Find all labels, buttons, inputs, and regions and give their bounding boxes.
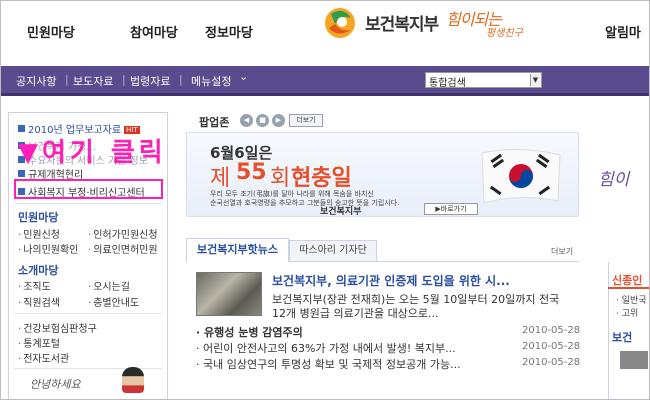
sidebar-directions[interactable]: · 오시는길 <box>88 278 130 293</box>
minister-greeting[interactable]: 안녕하세요 <box>30 376 81 392</box>
sidebar-org-chart[interactable]: · 조직도 <box>18 278 51 293</box>
sidebar-divider <box>14 313 162 314</box>
banner-title-name: 현충일 <box>291 166 352 191</box>
news-list-item[interactable]: · 어린이 안전사고의 63%가 가정 내에서 발생! 복지부... <box>196 340 456 356</box>
sidebar-divider <box>14 203 162 204</box>
slogan-sub: 평생친구 <box>486 28 523 39</box>
news-more-link[interactable]: 더보기 <box>551 246 573 257</box>
sub-nav-bar-border <box>0 93 650 96</box>
sidebar-insurance-appeal[interactable]: · 건강보험심판청구 <box>18 320 97 335</box>
nav-notice[interactable]: 알림마 <box>605 22 641 41</box>
sidebar-medical-license[interactable]: · 의료인면허민원 <box>88 241 158 256</box>
popup-more-button[interactable]: 더보기 <box>289 114 323 127</box>
prev-icon[interactable]: ◀ <box>240 114 253 127</box>
nav-participation[interactable]: 참여마당 <box>130 22 178 41</box>
pause-icon[interactable]: ■ <box>256 114 269 127</box>
news-summary: 12개 병원급 의료기관을 대상으로... <box>272 307 439 320</box>
ministry-logo-icon[interactable] <box>323 4 357 40</box>
next-icon[interactable]: ▶ <box>272 114 285 127</box>
right-col-head-2[interactable]: 보건 <box>612 329 632 345</box>
sidebar-staff-search[interactable]: · 직원검색 <box>18 294 60 309</box>
banner-title-prefix: 제 <box>210 166 231 191</box>
news-headline[interactable]: 보건복지부, 의료기관 인증제 도입을 위한 시... <box>272 272 510 289</box>
banner-title-suffix: 회 <box>270 166 291 191</box>
sidebar-floor-guide[interactable]: · 층별안내도 <box>88 294 139 309</box>
tab-hot-news[interactable]: 보건복지부핫뉴스 <box>186 238 289 262</box>
news-date: 2010-05-28 <box>522 325 581 336</box>
subnav-laws[interactable]: 법령자료 <box>130 73 170 89</box>
sidebar-my-civil[interactable]: · 나의민원확인 <box>18 241 78 256</box>
news-thumbnail[interactable] <box>196 272 262 316</box>
highlight-box <box>14 179 163 199</box>
banner-go-button[interactable]: ▶바로가기 <box>424 203 478 215</box>
right-col-accent <box>608 287 650 289</box>
subnav-separator: | <box>179 73 183 86</box>
chevron-down-icon[interactable]: ⌄ <box>239 70 248 83</box>
nav-civil-service[interactable]: 민원마당 <box>27 22 75 41</box>
sidebar-civil-apply[interactable]: · 민원신청 <box>18 226 60 241</box>
news-list-item[interactable]: · 유행성 눈병 감염주의 <box>196 324 303 340</box>
news-list-item[interactable]: · 국내 임상연구의 투명성 확보 및 국제적 정보공개 가능... <box>196 356 461 372</box>
sidebar-e-library[interactable]: · 전자도서관 <box>18 350 69 365</box>
korean-flag-icon <box>481 148 561 204</box>
popup-zone-label: 팝업존 <box>199 116 230 129</box>
sidebar-permit-apply[interactable]: · 인허가민원신청 <box>88 226 158 241</box>
search-select[interactable]: 통합검색 <box>425 72 542 89</box>
sidebar-civil-head: 민원마당 <box>18 211 59 224</box>
banner-title-number: 55 <box>236 160 267 185</box>
subnav-menu-settings[interactable]: 메뉴설정 <box>191 73 231 89</box>
nav-information[interactable]: 정보마당 <box>205 22 253 41</box>
subnav-press[interactable]: 보도자료 <box>73 73 113 89</box>
subnav-separator: | <box>65 73 69 86</box>
tab-underline <box>377 261 579 262</box>
right-col-item[interactable]: · 일반국 <box>616 293 647 306</box>
right-col-head[interactable]: 신종인 <box>612 272 642 288</box>
right-col-item[interactable]: · 고위 <box>616 306 638 319</box>
news-date: 2010-05-28 <box>522 357 581 368</box>
right-col-thumbnail[interactable] <box>620 351 648 369</box>
sidebar-intro-head: 소개마당 <box>18 264 59 277</box>
dropdown-arrow-icon[interactable]: ▼ <box>530 74 540 86</box>
news-date: 2010-05-28 <box>522 341 581 352</box>
logo-text[interactable]: 보건복지부 <box>365 10 439 35</box>
tab-reporters[interactable]: 따스아리 기자단 <box>289 240 377 262</box>
banner-org: 보건복지부 <box>320 207 362 217</box>
sidebar-stats-portal[interactable]: · 통계포털 <box>18 335 60 350</box>
right-slogan-peek: 힘이 <box>598 170 630 190</box>
click-here-annotation: ▼여기 클릭 <box>18 138 167 168</box>
minister-avatar[interactable] <box>122 367 144 393</box>
bullet-icon <box>18 170 25 177</box>
subnav-notices[interactable]: 공지사항 <box>16 73 56 89</box>
banner-text-line: 순국선열과 호국영령을 추모하고 그분들의 숭고한 뜻을 기립시다. <box>210 199 400 207</box>
bullet-icon <box>18 125 25 132</box>
subnav-separator: | <box>122 73 126 86</box>
